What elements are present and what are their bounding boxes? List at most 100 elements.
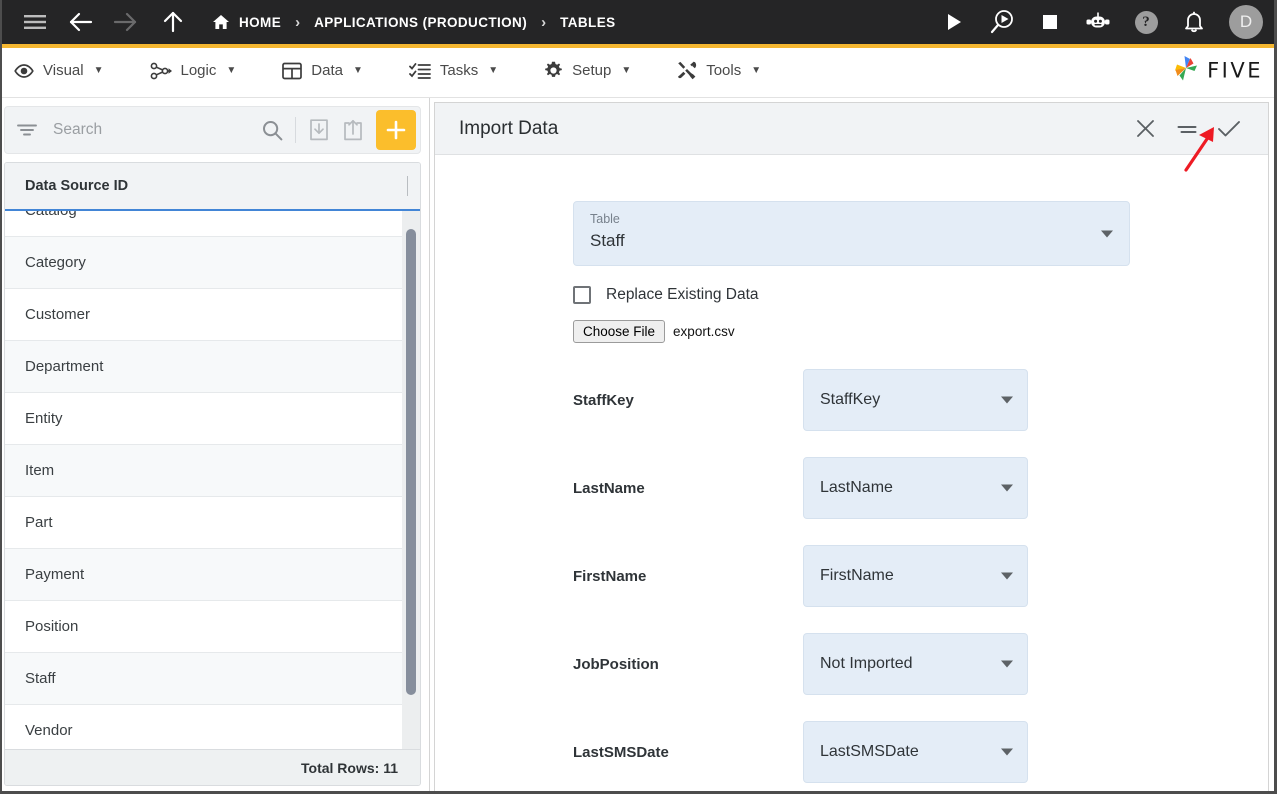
menu-data[interactable]: Data ▼: [282, 62, 387, 80]
table-row[interactable]: Category: [5, 237, 420, 289]
table-row[interactable]: Catalog: [5, 211, 420, 237]
run-icon[interactable]: [937, 5, 971, 39]
stop-icon[interactable]: [1033, 5, 1067, 39]
back-arrow-icon[interactable]: [64, 5, 98, 39]
table-select[interactable]: Table Staff: [573, 201, 1130, 266]
page-title: Import Data: [459, 117, 559, 139]
close-icon[interactable]: [1124, 109, 1166, 149]
menu-visual[interactable]: Visual ▼: [14, 62, 128, 79]
field-mapping-select[interactable]: LastName: [803, 457, 1028, 519]
home-icon: [212, 14, 230, 30]
table-row-label: Payment: [25, 566, 85, 583]
table-row-label: Item: [25, 462, 55, 479]
file-input-row: Choose File export.csv: [573, 320, 1268, 343]
import-data-form: Table Staff Replace Existing Data Choose…: [435, 155, 1268, 794]
menu-setup-label: Setup: [572, 62, 612, 79]
chevron-down-icon: [1101, 230, 1113, 237]
grid-column-header-label: Data Source ID: [25, 178, 129, 194]
table-select-label: Table: [590, 212, 620, 226]
breadcrumb-applications[interactable]: APPLICATIONS (PRODUCTION): [314, 15, 527, 30]
field-mapping-select[interactable]: FirstName: [803, 545, 1028, 607]
field-mapping-label: LastSMSDate: [573, 743, 669, 761]
table-row[interactable]: Customer: [5, 289, 420, 341]
workspace: Data Source ID Catalog Category Customer De…: [0, 97, 1277, 794]
import-icon[interactable]: [302, 110, 336, 150]
field-mapping-label: StaffKey: [573, 391, 634, 409]
replace-existing-data-row[interactable]: Replace Existing Data: [573, 286, 1268, 304]
chevron-down-icon: ▼: [226, 65, 237, 76]
grid-column-header[interactable]: Data Source ID: [5, 163, 420, 211]
menu-logic-label: Logic: [180, 62, 217, 79]
menu-logic[interactable]: Logic ▼: [150, 62, 261, 80]
grid-scrollbar[interactable]: [402, 211, 420, 749]
choose-file-button[interactable]: Choose File: [573, 320, 666, 343]
up-arrow-icon[interactable]: [156, 5, 190, 39]
chevron-down-icon: [1001, 396, 1013, 404]
table-row-label: Customer: [25, 306, 91, 323]
export-icon[interactable]: [336, 110, 370, 150]
breadcrumb-applications-label: APPLICATIONS (PRODUCTION): [314, 14, 528, 30]
field-mapping-list: StaffKey StaffKey LastName LastName FirstNam…: [573, 369, 1268, 783]
import-data-panel: Import Data Table Staff Replace Existing…: [430, 98, 1277, 794]
robot-icon[interactable]: [1081, 5, 1115, 39]
breadcrumb-separator-1: ›: [295, 13, 301, 31]
grid-scrollbar-thumb[interactable]: [406, 229, 416, 695]
selected-file-name: export.csv: [673, 324, 735, 339]
chevron-down-icon: ▼: [488, 65, 499, 76]
table-row-label: Part: [25, 514, 53, 531]
menu-visual-label: Visual: [43, 62, 84, 79]
search-icon[interactable]: [255, 110, 289, 150]
table-icon: [282, 62, 303, 80]
import-data-card: Import Data Table Staff Replace Existing…: [434, 102, 1269, 794]
five-logo-mark: [1171, 54, 1201, 87]
data-source-grid: Data Source ID Catalog Category Customer De…: [4, 162, 421, 786]
table-row[interactable]: Payment: [5, 549, 420, 601]
confirm-check-icon[interactable]: [1208, 109, 1250, 149]
five-logo-text: FIVE: [1207, 58, 1263, 83]
import-data-header: Import Data: [435, 103, 1268, 155]
five-logo: FIVE: [1171, 54, 1263, 87]
field-mapping-label: JobPosition: [573, 655, 659, 673]
filter-icon[interactable]: [17, 123, 37, 137]
field-mapping-row: FirstName FirstName: [573, 545, 1268, 607]
breadcrumb-home[interactable]: HOME: [212, 14, 281, 30]
application-menu-bar: Visual ▼ Logic ▼ Data ▼ Tasks ▼ Setup ▼ …: [0, 48, 1277, 93]
chevron-down-icon: [1001, 484, 1013, 492]
table-row-label: Department: [25, 358, 104, 375]
table-row[interactable]: Entity: [5, 393, 420, 445]
table-row[interactable]: Item: [5, 445, 420, 497]
table-row[interactable]: Vendor: [5, 705, 420, 749]
breadcrumb-tables[interactable]: TABLES: [560, 15, 615, 30]
notifications-bell-icon[interactable]: [1177, 5, 1211, 39]
field-mapping-label: LastName: [573, 479, 645, 497]
menu-tools[interactable]: Tools ▼: [677, 61, 785, 80]
add-button[interactable]: [376, 110, 416, 150]
chevron-down-icon: ▼: [352, 65, 363, 76]
help-icon[interactable]: ?: [1129, 5, 1163, 39]
column-resize-handle[interactable]: [407, 176, 408, 196]
field-mapping-value: LastSMSDate: [820, 743, 919, 760]
total-rows-label: Total Rows: 11: [301, 759, 398, 776]
table-row[interactable]: Department: [5, 341, 420, 393]
list-menu-icon[interactable]: [1166, 109, 1208, 149]
menu-icon[interactable]: [18, 5, 52, 39]
menu-setup[interactable]: Setup ▼: [544, 61, 655, 80]
table-row[interactable]: Staff: [5, 653, 420, 705]
debug-icon[interactable]: [985, 5, 1019, 39]
chevron-down-icon: ▼: [621, 65, 632, 76]
field-mapping-select[interactable]: LastSMSDate: [803, 721, 1028, 783]
search-input[interactable]: [37, 121, 255, 139]
grid-footer: Total Rows: 11: [5, 749, 420, 785]
menu-tasks[interactable]: Tasks ▼: [408, 62, 522, 80]
replace-existing-data-checkbox[interactable]: [573, 286, 591, 304]
table-row[interactable]: Position: [5, 601, 420, 653]
eye-icon: [14, 63, 34, 78]
table-row-label: Catalog: [25, 211, 77, 219]
field-mapping-select[interactable]: StaffKey: [803, 369, 1028, 431]
table-row-label: Category: [25, 254, 86, 271]
breadcrumb-tables-label: TABLES: [560, 14, 616, 30]
table-row[interactable]: Part: [5, 497, 420, 549]
field-mapping-select[interactable]: Not Imported: [803, 633, 1028, 695]
avatar[interactable]: D: [1229, 5, 1263, 39]
field-mapping-value: LastName: [820, 479, 893, 496]
